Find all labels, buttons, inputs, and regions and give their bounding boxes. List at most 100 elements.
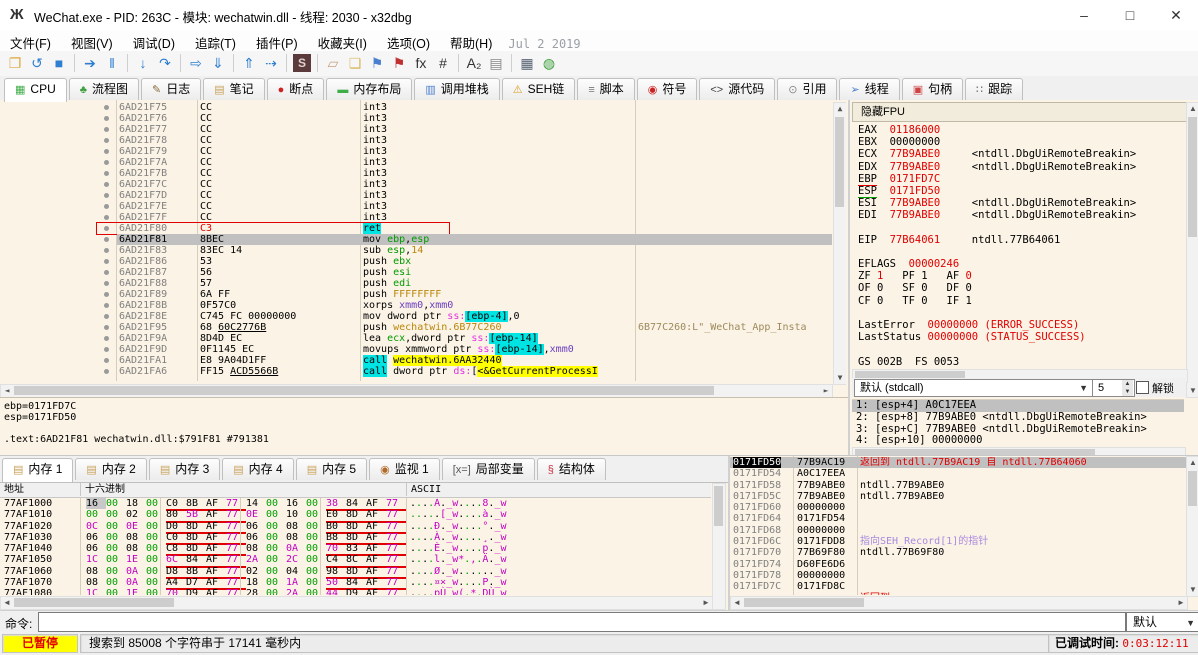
dump-byte[interactable]: 70 <box>166 588 186 595</box>
dump-byte[interactable]: 00 <box>146 509 166 520</box>
stack-row[interactable]: 0171FD5877B9ABE0ntdll.77B9ABE0 <box>730 480 1186 491</box>
tab-内存 5[interactable]: ▤内存 5 <box>296 458 367 480</box>
dump-byte[interactable]: E0 <box>326 509 346 520</box>
stack-row[interactable]: 0171FD54A0C17EEA <box>730 468 1186 479</box>
tab-符号[interactable]: ◉符号 <box>637 78 698 100</box>
stack-vertical-scrollbar[interactable]: ▲ ▼ <box>1186 456 1198 597</box>
hide-fpu-button[interactable]: 隐藏FPU <box>852 102 1194 122</box>
dump-byte[interactable]: AF <box>206 566 226 577</box>
patches-icon[interactable]: ▱ <box>322 52 344 74</box>
register-row[interactable]: ESI 77B9ABE0 <ntdll.DbgUiRemoteBreakin> <box>858 197 1184 209</box>
dump-byte[interactable]: 77 <box>226 588 246 595</box>
dump-byte[interactable]: 00 <box>266 588 286 595</box>
dump-byte[interactable]: 00 <box>306 509 326 520</box>
dump-byte[interactable]: 00 <box>146 577 166 588</box>
tab-句柄[interactable]: ▣句柄 <box>902 78 963 100</box>
dump-byte[interactable]: AF <box>366 543 386 554</box>
dump-byte[interactable]: 08 <box>126 543 146 554</box>
command-input[interactable] <box>38 612 1126 632</box>
dump-byte[interactable]: AF <box>366 532 386 543</box>
disasm-row[interactable]: 6AD21F9568 60C2776Bpush wechatwin.6B77C2… <box>0 322 832 333</box>
dump-byte[interactable]: 08 <box>286 532 306 543</box>
close-button[interactable]: ✕ <box>1154 0 1198 30</box>
dump-byte[interactable]: 08 <box>86 577 106 588</box>
stack-row[interactable]: 0171FD7077B69F80ntdll.77B69F80 <box>730 547 1186 558</box>
run-icon[interactable]: ➔ <box>79 52 101 74</box>
dump-byte[interactable]: 70 <box>326 543 346 554</box>
breakpoint-dot-icon[interactable] <box>104 182 109 187</box>
tab-日志[interactable]: ✎日志 <box>141 78 201 100</box>
dump-byte[interactable]: 44 <box>326 588 346 595</box>
dump-byte[interactable]: 00 <box>106 521 126 532</box>
disasm-row[interactable]: 6AD21F896A FFpush FFFFFFFF <box>0 289 832 300</box>
dump-byte[interactable]: 0A <box>126 566 146 577</box>
dump-byte[interactable]: 77 <box>386 509 406 520</box>
dump-byte[interactable]: 83 <box>346 543 366 554</box>
dump-byte[interactable]: 00 <box>266 509 286 520</box>
dump-row[interactable]: 77AF106008000A00D88BAF7702000400988DAF77… <box>0 566 711 577</box>
breakpoint-dot-icon[interactable] <box>104 237 109 242</box>
dump-byte[interactable]: 00 <box>266 543 286 554</box>
dump-byte[interactable]: 00 <box>146 543 166 554</box>
dump-byte[interactable]: 8D <box>346 532 366 543</box>
breakpoint-dot-icon[interactable] <box>104 325 109 330</box>
dump-byte[interactable]: B8 <box>326 532 346 543</box>
registers-vertical-scrollbar[interactable]: ▲ ▼ <box>1186 102 1198 398</box>
globe-icon[interactable]: ◍ <box>538 52 560 74</box>
dump-row[interactable]: 77AF103006000800C08DAF7706000800B88DAF77… <box>0 532 711 543</box>
dump-byte[interactable]: 00 <box>266 498 286 509</box>
tab-SEH链[interactable]: ⚠SEH链 <box>502 78 576 100</box>
disasm-row[interactable]: 6AD21FA6FF15 ACD5566Bcall dword ptr ds:[… <box>0 366 832 377</box>
register-row[interactable]: OF 0 SF 0 DF 0 <box>858 282 1184 294</box>
dump-byte[interactable]: AF <box>206 543 226 554</box>
disasm-row[interactable]: 6AD21F80C3ret <box>0 223 832 234</box>
tab-内存 1[interactable]: ▤内存 1 <box>2 458 73 482</box>
breakpoint-dot-icon[interactable] <box>104 171 109 176</box>
dump-byte[interactable]: 28 <box>246 588 266 595</box>
breakpoint-dot-icon[interactable] <box>104 138 109 143</box>
dump-byte[interactable]: 8C <box>346 554 366 565</box>
dump-byte[interactable]: 77 <box>386 566 406 577</box>
disasm-row[interactable]: 6AD21F8EC745 FC 00000000mov dword ptr ss… <box>0 311 832 322</box>
breakpoint-dot-icon[interactable] <box>104 270 109 275</box>
dump-byte[interactable]: B0 <box>326 521 346 532</box>
dump-byte[interactable]: 8D <box>346 566 366 577</box>
restart-icon[interactable]: ↺ <box>26 52 48 74</box>
dump-byte[interactable]: 77 <box>226 532 246 543</box>
strings-icon[interactable]: A₂ <box>463 52 485 74</box>
dump-byte[interactable]: 0A <box>126 577 146 588</box>
dump-row[interactable]: 77AF104006000800C88DAF7708000A007083AF77… <box>0 543 711 554</box>
dump-byte[interactable]: 77 <box>386 554 406 565</box>
maximize-button[interactable]: □ <box>1108 0 1152 30</box>
tab-断点[interactable]: ●断点 <box>267 78 325 100</box>
disasm-row[interactable]: 6AD21F79CCint3 <box>0 146 832 157</box>
dump-byte[interactable]: 98 <box>326 566 346 577</box>
dump-vertical-scrollbar[interactable] <box>712 483 726 610</box>
dump-byte[interactable]: 0C <box>86 521 106 532</box>
dump-byte[interactable]: 00 <box>306 543 326 554</box>
unlock-checkbox[interactable] <box>1136 381 1149 394</box>
dump-byte[interactable]: AF <box>206 498 226 509</box>
dump-byte[interactable]: 8B <box>186 498 206 509</box>
dump-byte[interactable]: 77 <box>226 509 246 520</box>
dump-byte[interactable]: 00 <box>266 554 286 565</box>
breakpoint-dot-icon[interactable] <box>104 204 109 209</box>
dump-byte[interactable]: 06 <box>246 521 266 532</box>
dump-byte[interactable]: D9 <box>186 588 206 595</box>
dump-byte[interactable]: D8 <box>166 566 186 577</box>
tab-引用[interactable]: ⊙引用 <box>777 78 837 100</box>
dump-byte[interactable]: 8D <box>186 532 206 543</box>
dump-byte[interactable]: AF <box>366 521 386 532</box>
dump-byte[interactable]: 00 <box>266 577 286 588</box>
disasm-row[interactable]: 6AD21F78CCint3 <box>0 135 832 146</box>
dump-row[interactable]: 77AF100016001800C08BAF77140016003884AF77… <box>0 498 711 509</box>
stack-row[interactable]: 返回到 <box>730 593 1186 595</box>
dump-byte[interactable]: 02 <box>126 509 146 520</box>
dump-byte[interactable]: 2A <box>286 588 306 595</box>
step-into-source-icon[interactable]: ⇓ <box>207 52 229 74</box>
functions-icon[interactable]: fx <box>410 52 432 74</box>
step-into-icon[interactable]: ↓ <box>132 52 154 74</box>
dump-byte[interactable]: 00 <box>266 521 286 532</box>
dump-byte[interactable]: 77 <box>226 521 246 532</box>
dump-byte[interactable]: 77 <box>386 543 406 554</box>
